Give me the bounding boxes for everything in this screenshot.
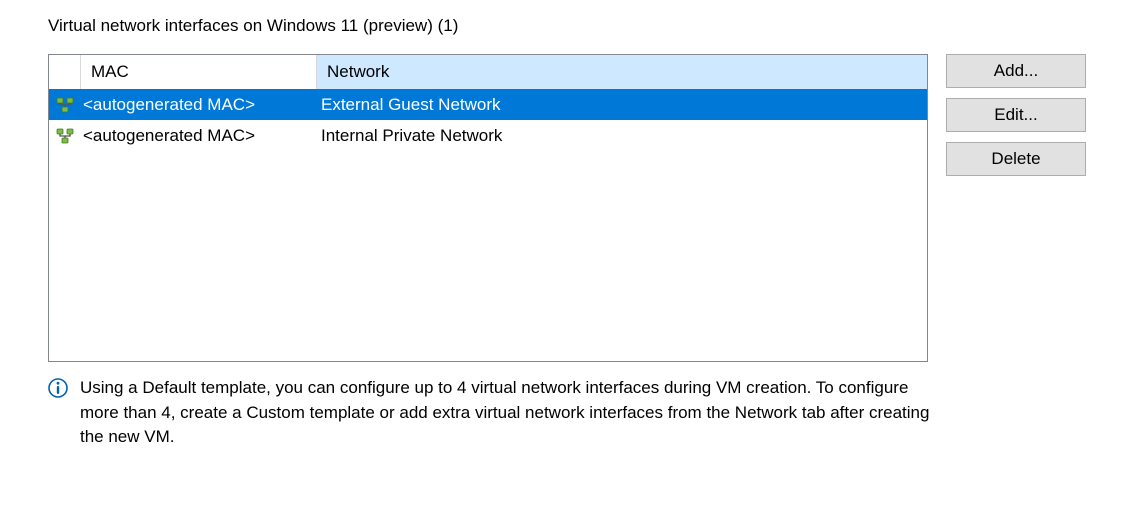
edit-button[interactable]: Edit... — [946, 98, 1086, 132]
nic-icon — [49, 126, 81, 146]
delete-button[interactable]: Delete — [946, 142, 1086, 176]
cell-mac: <autogenerated MAC> — [81, 126, 317, 146]
nic-table[interactable]: MAC Network <autogenerated MAC>External … — [48, 54, 928, 362]
col-icon[interactable] — [49, 55, 81, 89]
info-text: Using a Default template, you can config… — [80, 376, 948, 450]
section-title: Virtual network interfaces on Windows 11… — [48, 16, 1088, 36]
nic-icon — [49, 95, 81, 115]
table-row[interactable]: <autogenerated MAC>Internal Private Netw… — [49, 120, 927, 151]
button-column: Add... Edit... Delete — [946, 54, 1086, 176]
info-icon — [48, 378, 68, 398]
col-network[interactable]: Network — [317, 55, 927, 89]
table-header: MAC Network — [49, 55, 927, 89]
info-note: Using a Default template, you can config… — [48, 376, 948, 450]
cell-network: Internal Private Network — [317, 126, 927, 146]
add-button[interactable]: Add... — [946, 54, 1086, 88]
col-mac[interactable]: MAC — [81, 55, 317, 89]
table-row[interactable]: <autogenerated MAC>External Guest Networ… — [49, 89, 927, 120]
cell-mac: <autogenerated MAC> — [81, 95, 317, 115]
cell-network: External Guest Network — [317, 95, 927, 115]
